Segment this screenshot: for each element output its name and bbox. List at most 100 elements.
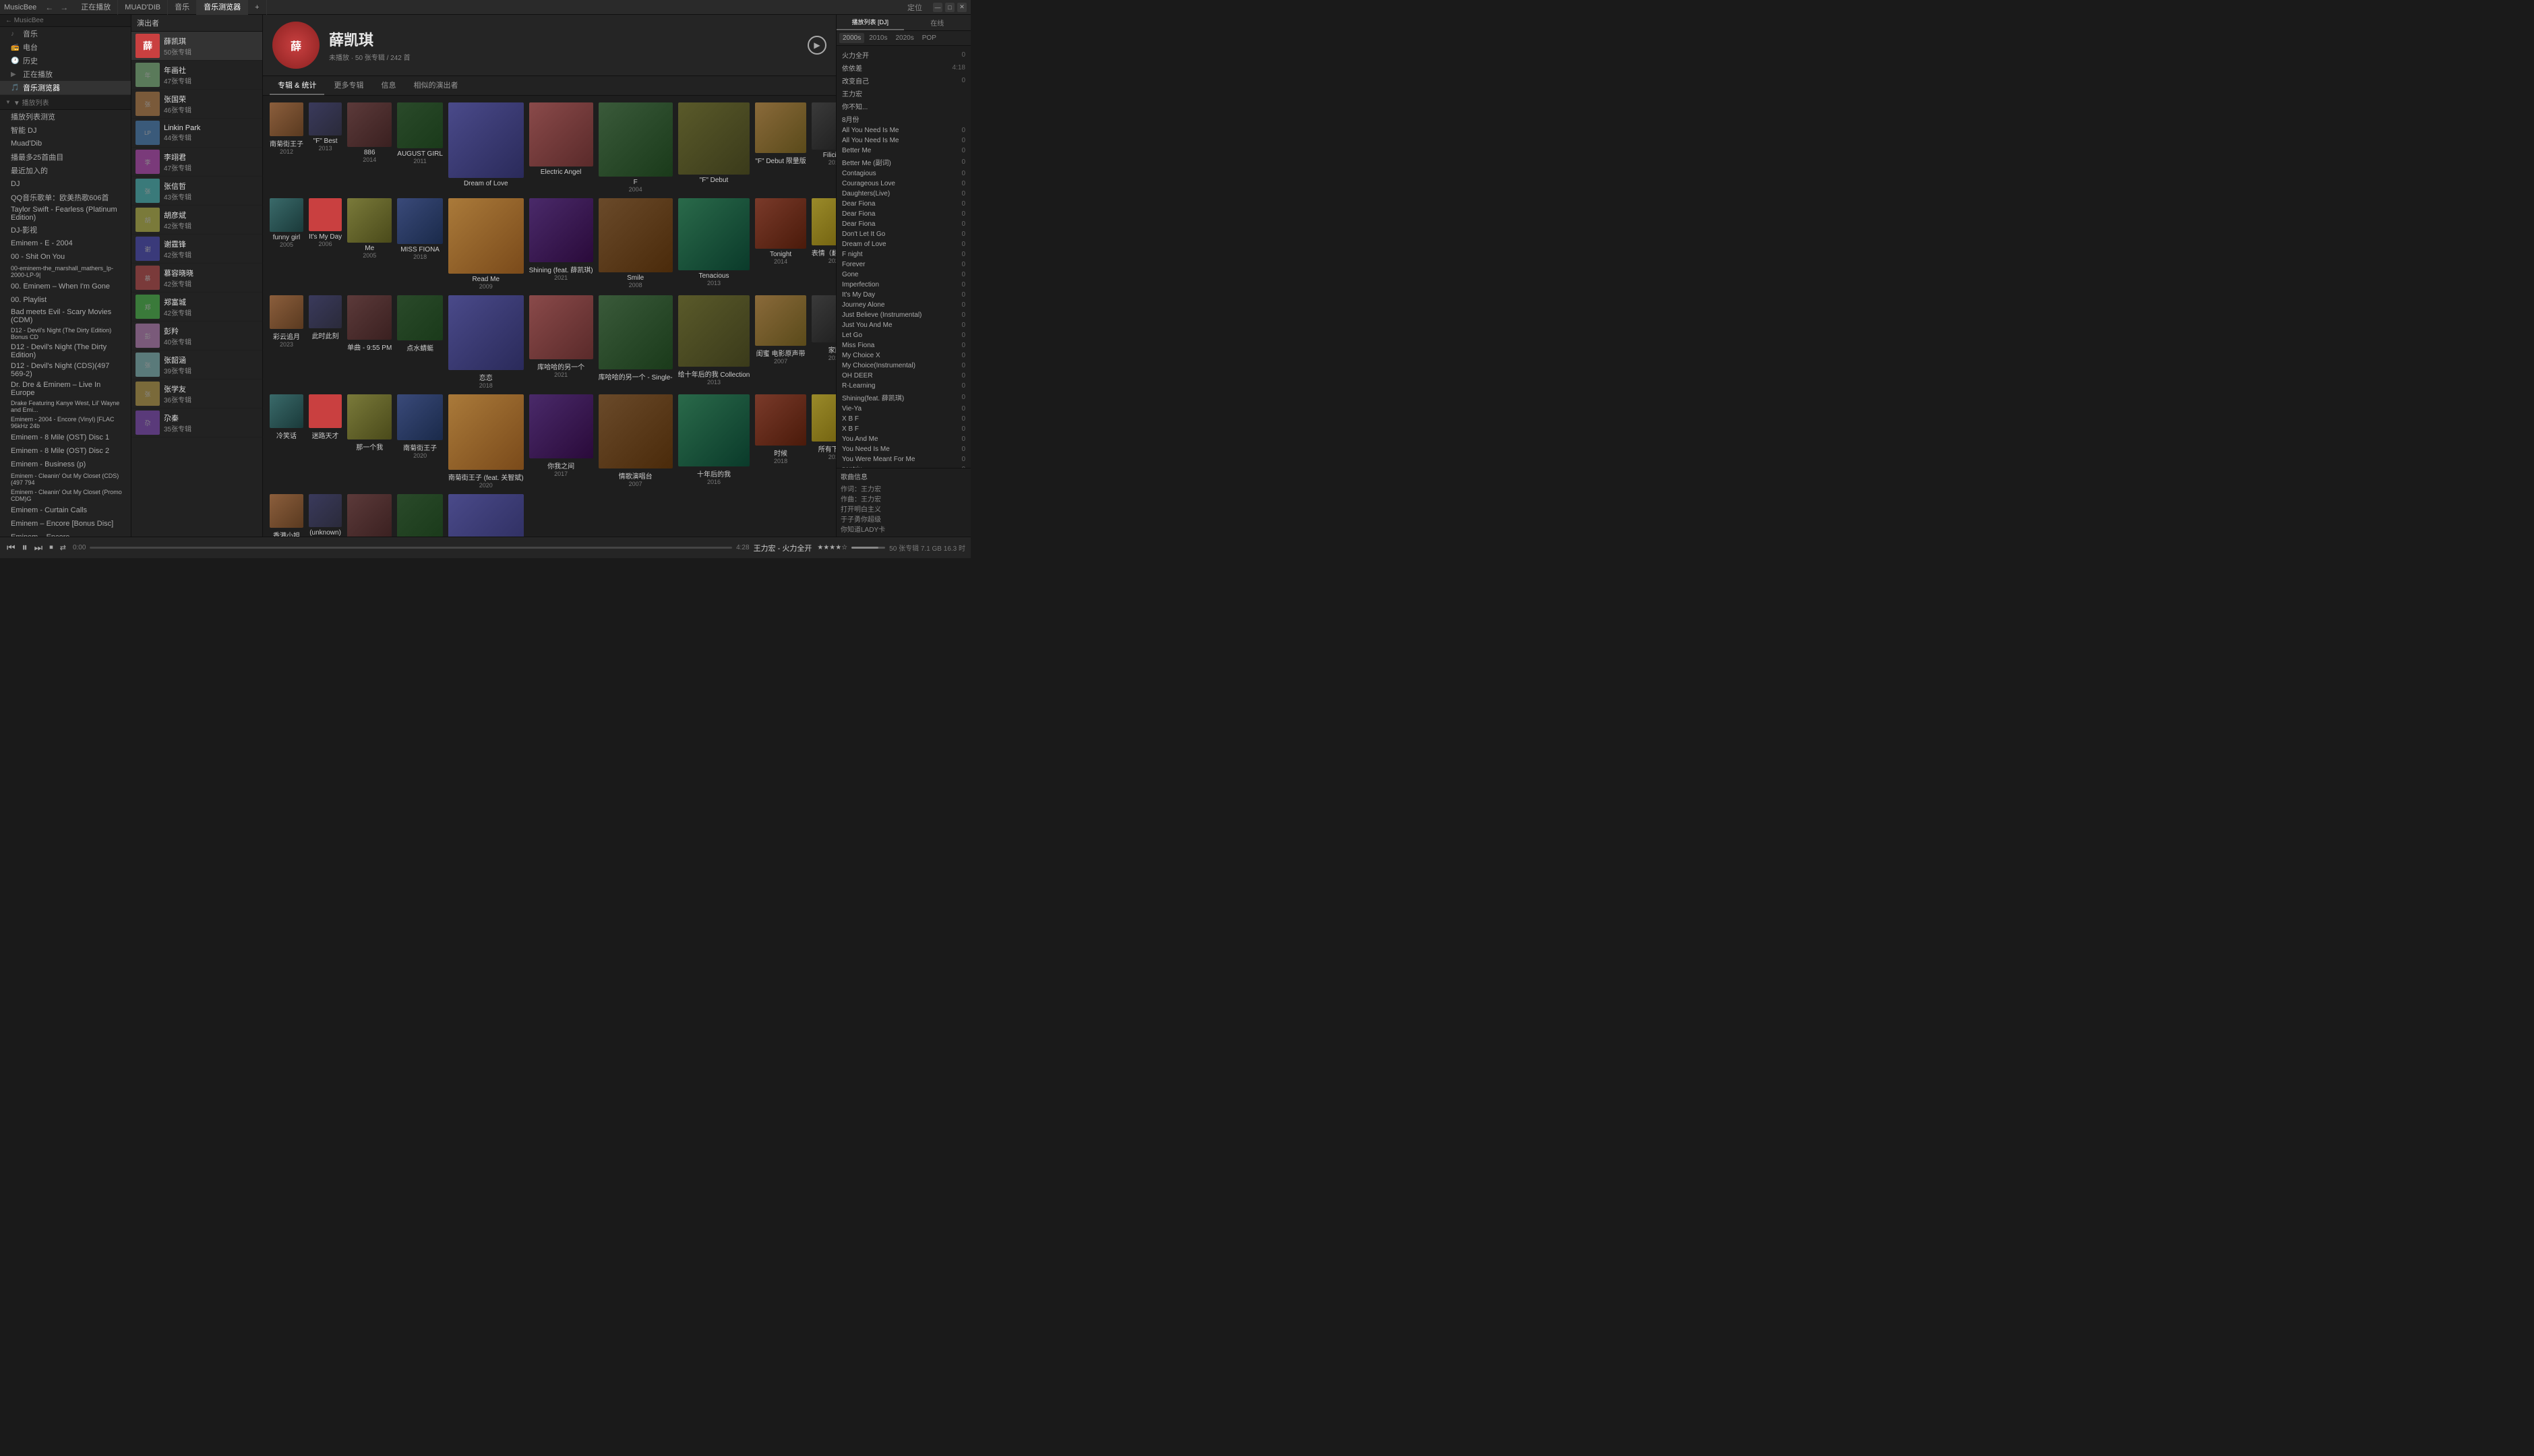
- close-btn[interactable]: ✕: [957, 3, 967, 12]
- sidebar-playlist-smartdj[interactable]: 智能 DJ: [0, 123, 131, 137]
- album-item[interactable]: Electric Angel: [529, 102, 593, 193]
- minimize-btn[interactable]: —: [933, 3, 942, 12]
- album-item[interactable]: 南菊街王子 2012: [270, 102, 303, 193]
- right-song-item[interactable]: It's My Day 0: [839, 290, 968, 300]
- album-item[interactable]: Read Me 2009: [448, 198, 524, 290]
- sidebar-item-nowplaying[interactable]: ▶ 正在播放: [0, 67, 131, 81]
- album-item[interactable]: 那一个我: [347, 394, 392, 489]
- album-item[interactable]: Tonight 2014: [755, 198, 806, 290]
- sidebar-playlist-muaddib[interactable]: Muad'Dib: [0, 137, 131, 150]
- subtab-albums[interactable]: 专辑 & 统计: [270, 76, 324, 95]
- right-tab-playlist[interactable]: 播放列表 [DJ]: [837, 15, 904, 30]
- album-item[interactable]: Shining (feat. 薛凯琪) 2021: [529, 198, 593, 290]
- right-song-item[interactable]: Better Me (副词) 0: [839, 156, 968, 169]
- sidebar-playlist-pl[interactable]: 00. Playlist: [0, 293, 131, 307]
- subtab-similar[interactable]: 相似的演出者: [405, 76, 466, 95]
- sidebar-playlist-cleanin-cdm[interactable]: Eminem - Cleanin' Out My Closet (Promo C…: [0, 487, 131, 504]
- sidebar-playlist-eminem-e[interactable]: Eminem - E - 2004: [0, 237, 131, 250]
- progress-track[interactable]: [90, 547, 732, 549]
- album-item[interactable]: Tenacious 2013: [678, 198, 750, 290]
- album-item[interactable]: 南菊街王子 2020: [397, 394, 443, 489]
- right-song-item[interactable]: R-Learning 0: [839, 381, 968, 391]
- sidebar-playlist-d12[interactable]: D12 - Devil's Night (The Dirty Edition): [0, 342, 131, 361]
- right-song-item[interactable]: Vie-Ya 0: [839, 404, 968, 414]
- album-item[interactable]: Dream of Love: [448, 102, 524, 193]
- right-song-item[interactable]: My Choice X 0: [839, 351, 968, 361]
- right-song-item[interactable]: All You Need Is Me 0: [839, 125, 968, 135]
- sidebar-playlist-8mile1[interactable]: Eminem - 8 Mile (OST) Disc 1: [0, 431, 131, 444]
- album-item[interactable]: 此时此刻: [309, 295, 342, 390]
- right-song-item[interactable]: 火力全开 0: [839, 49, 968, 61]
- right-song-item[interactable]: F night 0: [839, 249, 968, 260]
- stop-button[interactable]: ⏹: [48, 543, 55, 552]
- performer-item-xue[interactable]: 薛 薛凯琪 50张专辑: [131, 32, 262, 61]
- performer-item-hyb[interactable]: 胡 胡彦斌 42张专辑: [131, 206, 262, 235]
- right-song-item[interactable]: 改变自己 0: [839, 74, 968, 87]
- sidebar-playlist-top25[interactable]: 播最多25首曲目: [0, 150, 131, 164]
- volume-slider[interactable]: [851, 547, 885, 549]
- right-song-item[interactable]: 你不知...: [839, 100, 968, 113]
- album-item[interactable]: 迷路天才: [309, 394, 342, 489]
- album-item[interactable]: 886 2014: [347, 102, 392, 193]
- album-item[interactable]: "F" Debut 限量版: [755, 102, 806, 193]
- album-item[interactable]: 闺蜜 电影原声带 2007: [755, 295, 806, 390]
- album-item[interactable]: 恋恋 2018: [448, 295, 524, 390]
- album-item[interactable]: 单曲 - 9:55 PM: [347, 295, 392, 390]
- album-item[interactable]: 情歌演唱台 2007: [599, 394, 673, 489]
- sidebar-playlist-qq[interactable]: QQ音乐歌单：欧美热歌606首: [0, 191, 131, 204]
- performer-item-xtf[interactable]: 谢 谢霆锋 42张专辑: [131, 235, 262, 264]
- filter-2000s[interactable]: 2000s: [839, 33, 864, 43]
- right-tab-online[interactable]: 在线: [904, 15, 971, 30]
- album-item[interactable]: F 2004: [599, 102, 673, 193]
- album-item[interactable]: (unknown): [448, 494, 524, 537]
- album-item[interactable]: 表情（翻唱版） 2022: [812, 198, 836, 290]
- sidebar-item-music[interactable]: ♪ 音乐: [0, 27, 131, 40]
- track-stars[interactable]: ★★★★☆: [817, 544, 847, 551]
- sidebar-playlist-bad[interactable]: Bad meets Evil - Scary Movies (CDM): [0, 307, 131, 326]
- artist-play-button[interactable]: ▶: [808, 36, 826, 55]
- performer-item-lyj[interactable]: 李 李翊君 47张专辑: [131, 148, 262, 177]
- sidebar-playlist-drake[interactable]: Drake Featuring Kanye West, Lil' Wayne a…: [0, 398, 131, 415]
- right-song-item[interactable]: Imperfection 0: [839, 280, 968, 290]
- sidebar-playlist-dj[interactable]: DJ: [0, 177, 131, 191]
- maximize-btn[interactable]: □: [945, 3, 955, 12]
- nav-forward[interactable]: →: [58, 3, 70, 12]
- right-song-item[interactable]: Miss Fiona 0: [839, 340, 968, 351]
- tab-music[interactable]: 音乐: [168, 0, 197, 15]
- album-item[interactable]: (unknown): [347, 494, 392, 537]
- right-song-item[interactable]: Dear Fiona 0: [839, 209, 968, 219]
- right-song-item[interactable]: Forever 0: [839, 260, 968, 270]
- album-item[interactable]: 给十年后的我 Collection 2013: [678, 295, 750, 390]
- album-item[interactable]: Smile 2008: [599, 198, 673, 290]
- sidebar-item-browser[interactable]: 🎵 音乐测览器: [0, 81, 131, 94]
- filter-2010s[interactable]: 2010s: [866, 33, 891, 43]
- sidebar-item-history[interactable]: 🕐 历史: [0, 54, 131, 67]
- sidebar-playlist-encore-vinyl[interactable]: Eminem - 2004 - Encore (Vinyl) [FLAC 96k…: [0, 415, 131, 431]
- play-pause-button[interactable]: ⏸: [21, 542, 29, 554]
- right-song-item[interactable]: You Need Is Me 0: [839, 444, 968, 454]
- album-item[interactable]: 彩云追月 2023: [270, 295, 303, 390]
- performer-item-zxy[interactable]: 张 张学友 36张专辑: [131, 380, 262, 408]
- right-song-item[interactable]: You Were Meant For Me 0: [839, 454, 968, 464]
- album-item[interactable]: "F" Debut: [678, 102, 750, 193]
- album-item[interactable]: It's My Day 2006: [309, 198, 342, 290]
- right-song-item[interactable]: X B F 0: [839, 414, 968, 424]
- subtab-more[interactable]: 更多专辑: [326, 76, 371, 95]
- right-song-item[interactable]: 8月份: [839, 113, 968, 125]
- right-song-item[interactable]: Courageous Love 0: [839, 179, 968, 189]
- album-item[interactable]: 冷笑话: [270, 394, 303, 489]
- right-song-item[interactable]: Contagious 0: [839, 169, 968, 179]
- album-item[interactable]: 香港小姐 2022: [270, 494, 303, 537]
- performer-item-lp[interactable]: LP Linkin Park 44张专辑: [131, 119, 262, 148]
- album-item[interactable]: MISS FIONA 2018: [397, 198, 443, 290]
- album-item[interactable]: 十年后的我 2016: [678, 394, 750, 489]
- album-item[interactable]: 点水蜻蜓: [397, 295, 443, 390]
- sidebar-playlist-encore-bonus[interactable]: Eminem – Encore [Bonus Disc]: [0, 517, 131, 530]
- performer-item-mrxx[interactable]: 慕 慕容晓晓 42张专辑: [131, 264, 262, 293]
- performer-item-zsh[interactable]: 张 张韶涵 39张专辑: [131, 351, 262, 380]
- sidebar-playlist-browse[interactable]: 播放列表测览: [0, 110, 131, 123]
- next-button[interactable]: ⏭: [33, 542, 44, 553]
- sidebar-playlist-d12cds[interactable]: D12 - Devil's Night (CDS)(497 569-2): [0, 361, 131, 380]
- tab-muaddib[interactable]: MUAD'DIB: [118, 0, 168, 15]
- right-song-item[interactable]: Just Believe (Instrumental) 0: [839, 310, 968, 320]
